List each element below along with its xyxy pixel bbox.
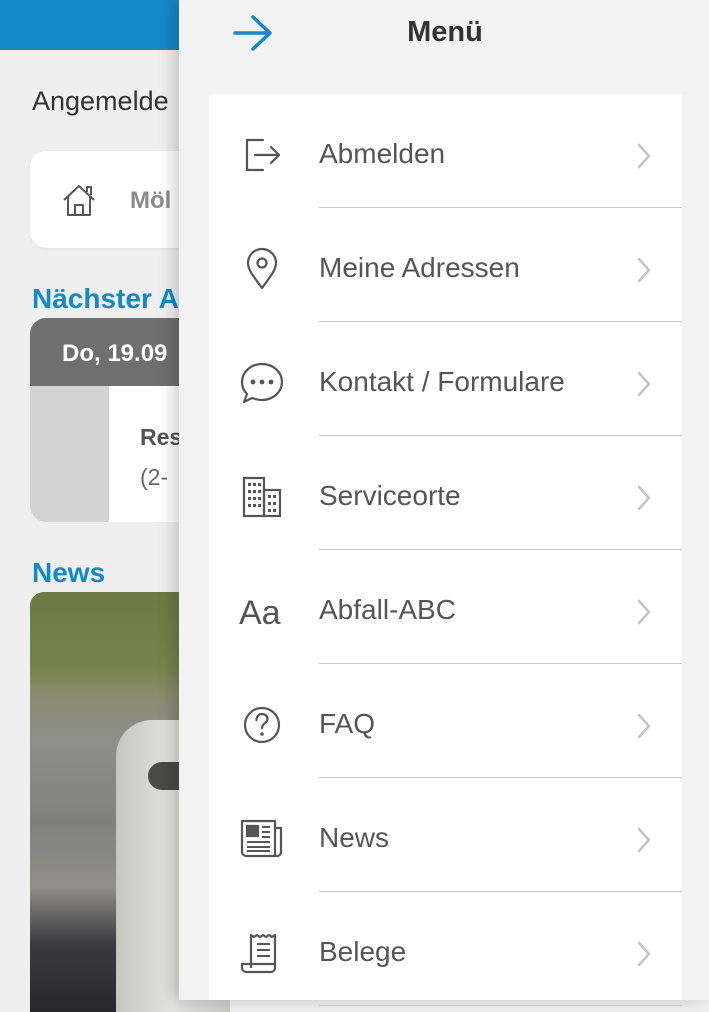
menu-item-label: Abfall-ABC [319, 594, 456, 625]
divider [319, 1005, 682, 1006]
chevron-right-icon [637, 827, 651, 853]
news-section-title: News [32, 557, 106, 588]
menu-list: Abmelden Meine Adressen Kontakt / Formul… [209, 94, 682, 1006]
receipt-icon [239, 930, 285, 976]
menu-item-label: Serviceorte [319, 480, 461, 511]
menu-item-belege[interactable]: Belege [209, 892, 682, 1006]
menu-item-label: Belege [319, 936, 407, 967]
menu-item-news[interactable]: News [209, 778, 682, 892]
menu-item-label: News [319, 822, 390, 853]
waste-color-strip [30, 386, 109, 522]
menu-item-kontakt-formulare[interactable]: Kontakt / Formulare [209, 322, 682, 436]
menu-header: Menü [179, 0, 709, 94]
waste-type: Res [140, 424, 183, 450]
chevron-right-icon [637, 713, 651, 739]
buildings-icon [239, 474, 285, 520]
greeting-text: Angemelde [32, 86, 169, 116]
pickup-date: Do, 19.09 [62, 340, 168, 367]
waste-interval: (2- [140, 464, 169, 490]
menu-item-label: Abmelden [319, 138, 446, 169]
menu-item-meine-adressen[interactable]: Meine Adressen [209, 208, 682, 322]
menu-title: Menü [407, 16, 483, 48]
chevron-right-icon [637, 485, 651, 511]
side-menu-drawer: Menü Abmelden Meine Adressen Kontakt / F… [179, 0, 709, 1006]
chevron-right-icon [637, 599, 651, 625]
menu-item-abfall-abc[interactable]: Aa Abfall-ABC [209, 550, 682, 664]
address-text: Möl [130, 187, 172, 214]
chevron-right-icon [637, 257, 651, 283]
menu-item-label: FAQ [319, 708, 376, 739]
next-pickup-title: Nächster A [32, 283, 179, 314]
newspaper-icon [239, 816, 285, 862]
menu-item-serviceorte[interactable]: Serviceorte [209, 436, 682, 550]
menu-item-label: Meine Adressen [319, 252, 520, 283]
menu-item-faq[interactable]: FAQ [209, 664, 682, 778]
svg-text:Aa: Aa [239, 594, 281, 632]
font-aa-icon: Aa [239, 588, 285, 634]
logout-icon [239, 132, 285, 178]
location-pin-icon [239, 246, 285, 292]
home-icon [60, 181, 98, 219]
chat-bubble-icon [239, 360, 285, 406]
chevron-right-icon [637, 941, 651, 967]
menu-item-abmelden[interactable]: Abmelden [209, 94, 682, 208]
chevron-right-icon [637, 143, 651, 169]
menu-item-label: Kontakt / Formulare [319, 366, 565, 397]
chevron-right-icon [637, 371, 651, 397]
question-circle-icon [239, 702, 285, 748]
